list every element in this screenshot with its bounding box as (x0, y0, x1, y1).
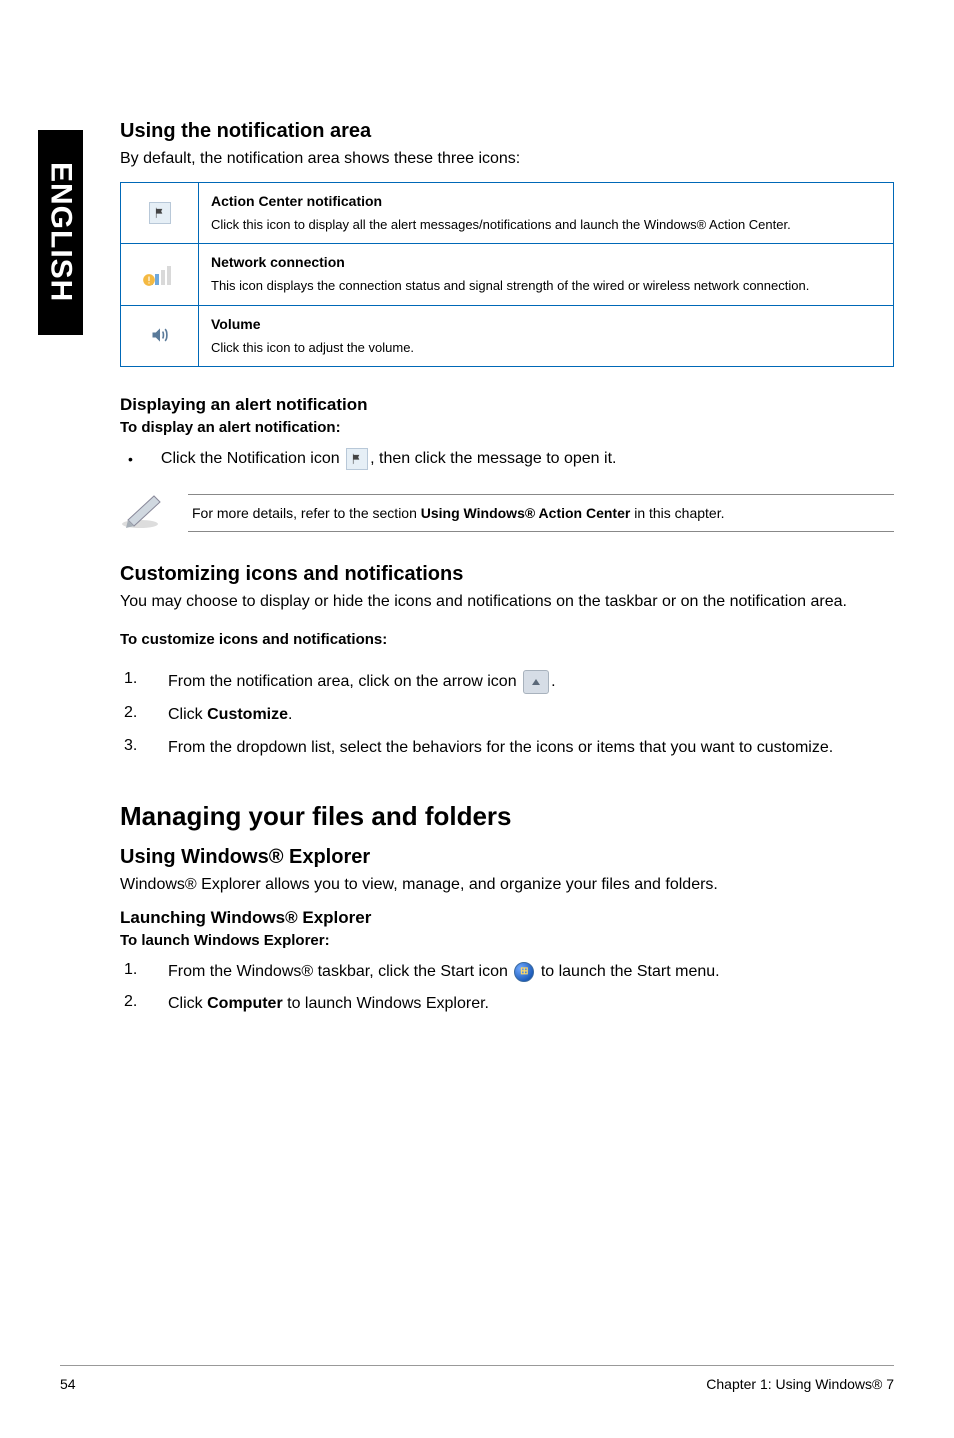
step3-text: From the dropdown list, select the behav… (168, 737, 833, 759)
section-using-notification: Using the notification area (120, 120, 894, 143)
row1-desc: Click this icon to display all the alert… (211, 217, 791, 232)
network-icon-cell (121, 244, 199, 306)
customize-step-2: 2. Click Customize. (120, 704, 894, 726)
launch-step2-pre: Click (168, 995, 207, 1012)
row3-desc: Click this icon to adjust the volume. (211, 340, 414, 355)
action-center-icon-cell (121, 182, 199, 244)
step2-pre: Click (168, 706, 207, 723)
bullet-click-notification: • Click the Notification icon , then cli… (120, 448, 894, 470)
bullet-post-text: , then click the message to open it. (370, 451, 616, 468)
note-content: For more details, refer to the section U… (188, 494, 894, 532)
displaying-alert-heading: Displaying an alert notification (120, 395, 894, 415)
launch-step2-bold: Computer (207, 995, 283, 1012)
action-center-flag-icon (149, 202, 171, 224)
note-box: For more details, refer to the section U… (120, 490, 894, 535)
note-bold: Using Windows® Action Center (421, 505, 631, 521)
pencil-note-icon (120, 490, 168, 535)
action-center-desc-cell: Action Center notification Click this ic… (199, 182, 894, 244)
row3-title: Volume (211, 316, 881, 332)
bullet-dot: • (128, 451, 133, 467)
volume-icon-cell (121, 305, 199, 367)
launch-step-1: 1. From the Windows® taskbar, click the … (120, 961, 894, 983)
chapter-label: Chapter 1: Using Windows® 7 (706, 1376, 894, 1392)
page-number: 54 (60, 1376, 76, 1392)
language-tab: ENGLISH (38, 130, 83, 335)
table-row: Network connection This icon displays th… (121, 244, 894, 306)
row2-title: Network connection (211, 254, 881, 270)
row2-desc: This icon displays the connection status… (211, 278, 809, 293)
customizing-heading: Customizing icons and notifications (120, 563, 894, 586)
using-explorer-heading: Using Windows® Explorer (120, 846, 894, 869)
row1-title: Action Center notification (211, 193, 881, 209)
page-footer: 54 Chapter 1: Using Windows® 7 (60, 1365, 894, 1392)
network-desc-cell: Network connection This icon displays th… (199, 244, 894, 306)
explorer-intro: Windows® Explorer allows you to view, ma… (120, 875, 894, 896)
step2-post: . (288, 706, 292, 723)
volume-desc-cell: Volume Click this icon to adjust the vol… (199, 305, 894, 367)
launch-step-2: 2. Click Computer to launch Windows Expl… (120, 993, 894, 1015)
step-number: 2. (124, 993, 140, 1011)
step-number: 2. (124, 704, 140, 722)
notification-icons-table: Action Center notification Click this ic… (120, 182, 894, 368)
note-pre: For more details, refer to the section (192, 505, 421, 521)
customize-step-1: 1. From the notification area, click on … (120, 670, 894, 694)
step-number: 1. (124, 670, 140, 688)
step-number: 3. (124, 737, 140, 755)
table-row: Volume Click this icon to adjust the vol… (121, 305, 894, 367)
note-post: in this chapter. (630, 505, 724, 521)
managing-files-heading: Managing your files and folders (120, 801, 894, 832)
intro-text: By default, the notification area shows … (120, 149, 894, 170)
to-customize-label: To customize icons and notifications: (120, 631, 894, 648)
launch-step1-pre: From the Windows® taskbar, click the Sta… (168, 963, 508, 980)
launch-step1-post: to launch the Start menu. (541, 963, 720, 980)
notification-flag-icon (346, 448, 368, 470)
volume-icon (147, 324, 173, 346)
customize-step-3: 3. From the dropdown list, select the be… (120, 737, 894, 759)
to-display-alert-label: To display an alert notification: (120, 419, 894, 436)
launching-explorer-heading: Launching Windows® Explorer (120, 908, 894, 928)
network-connection-icon (146, 261, 174, 285)
bullet-pre-text: Click the Notification icon (161, 451, 340, 468)
step2-bold: Customize (207, 706, 288, 723)
to-launch-explorer-label: To launch Windows Explorer: (120, 932, 894, 949)
table-row: Action Center notification Click this ic… (121, 182, 894, 244)
step1-post: . (551, 673, 555, 690)
customizing-intro: You may choose to display or hide the ic… (120, 592, 894, 613)
start-orb-icon (514, 962, 534, 982)
step-number: 1. (124, 961, 140, 979)
arrow-up-icon (523, 670, 549, 694)
launch-step2-post: to launch Windows Explorer. (283, 995, 489, 1012)
step1-pre: From the notification area, click on the… (168, 673, 517, 690)
